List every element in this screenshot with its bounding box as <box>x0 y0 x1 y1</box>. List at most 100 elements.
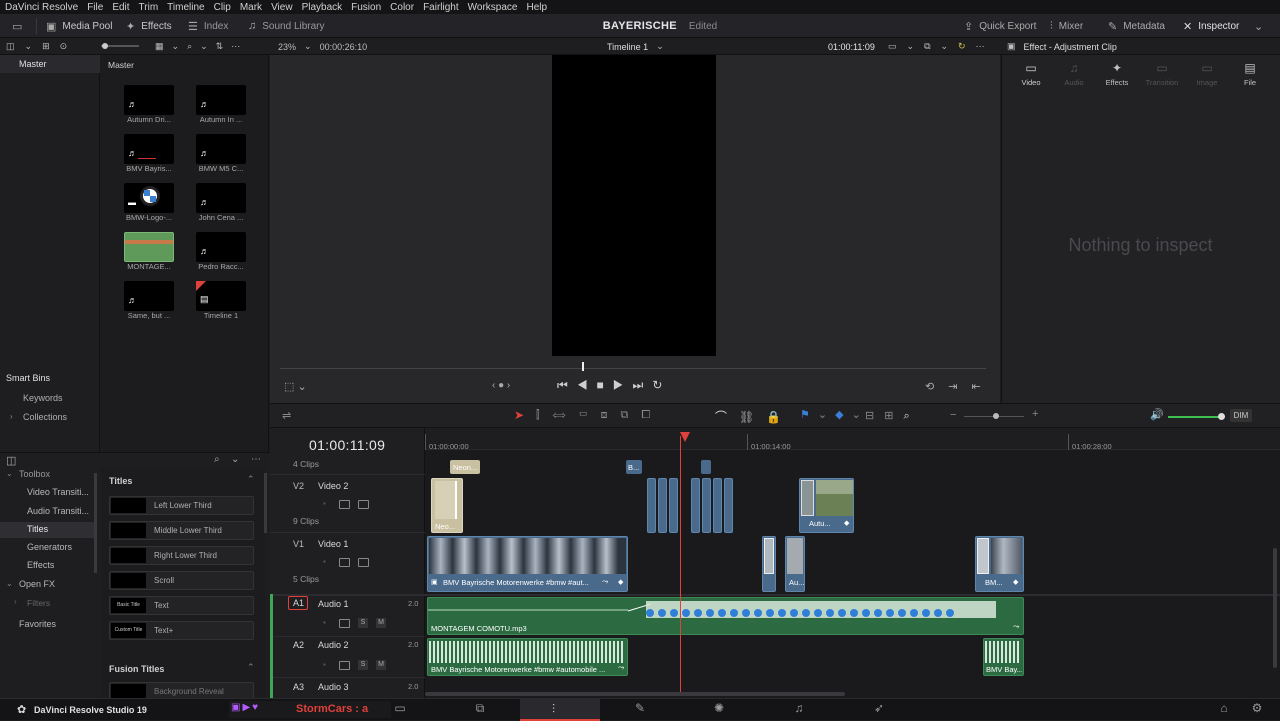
menu-fusion[interactable]: Fusion <box>351 2 381 13</box>
zoom-level[interactable]: 23% <box>278 42 296 52</box>
chevron-down-icon[interactable]: ⌄ <box>172 41 180 52</box>
track-v1-auto-select-icon[interactable] <box>339 558 350 567</box>
menu-fairlight[interactable]: Fairlight <box>423 2 459 13</box>
loop-range-icon[interactable]: ⟲ <box>925 381 948 393</box>
collections-item[interactable]: Collections <box>23 412 67 422</box>
transform-icon[interactable]: ⬚ ⌄ <box>284 380 307 393</box>
trim-tool-icon[interactable]: ⫿ <box>536 409 553 421</box>
thumbnail-size-handle[interactable] <box>102 43 108 49</box>
track-v1-id[interactable]: V1 <box>293 539 304 549</box>
track-a1-auto-select-icon[interactable] <box>339 619 350 628</box>
snapping-icon[interactable]: ⌒ <box>715 410 739 424</box>
category-audio-transitions[interactable]: Audio Transiti... <box>27 506 89 516</box>
menu-file[interactable]: File <box>87 2 103 13</box>
chevron-down-icon[interactable]: ⌄ <box>25 41 33 52</box>
volume-keyframe-dot[interactable] <box>802 609 810 617</box>
page-media-icon[interactable]: ⧉ <box>470 701 490 719</box>
volume-keyframe-dot[interactable] <box>790 609 798 617</box>
home-icon[interactable]: ⌂ <box>1214 701 1234 719</box>
volume-keyframe-dot[interactable] <box>730 609 738 617</box>
metadata-button[interactable]: ✎ Metadata <box>1108 14 1165 38</box>
lock-icon[interactable]: ▪ <box>323 618 326 627</box>
page-cut-icon[interactable]: ▭ <box>390 701 410 719</box>
menu-help[interactable]: Help <box>526 2 547 13</box>
dynamic-trim-icon[interactable]: ⟺ <box>553 409 579 421</box>
a2-clip-main[interactable]: BMV Bayrische Motorenwerke #bmw #automob… <box>427 638 628 676</box>
page-fusion-icon[interactable]: ✎ <box>630 701 650 719</box>
v2-clip[interactable] <box>669 478 678 533</box>
volume-keyframe-dot[interactable] <box>766 609 774 617</box>
timeline-thumbnail[interactable]: ▤ <box>196 281 246 311</box>
timeline-ruler[interactable]: 01:00:00:00 01:00:14:00 01:00:28:00 <box>425 428 1280 451</box>
chevron-down-icon[interactable]: ⌄ <box>6 469 13 478</box>
index-button[interactable]: ☰ Index <box>188 14 228 38</box>
volume-keyframe-dot[interactable] <box>934 609 942 617</box>
volume-keyframe-dot[interactable] <box>694 609 702 617</box>
timeline-tracks[interactable]: 01:00:00:00 01:00:14:00 01:00:28:00 Neon… <box>425 428 1280 698</box>
tab-video[interactable]: ▭ Video <box>1011 61 1051 87</box>
volume-keyframe-dot[interactable] <box>838 609 846 617</box>
blade-tool-icon[interactable]: ▭ <box>579 409 601 421</box>
dim-button[interactable]: DIM <box>1230 409 1252 422</box>
lock-icon[interactable]: ▪ <box>323 557 326 566</box>
track-v2-id[interactable]: V2 <box>293 481 304 491</box>
collapse-icon[interactable]: ⌃ <box>247 662 255 673</box>
volume-keyframe-dot[interactable] <box>718 609 726 617</box>
clip-thumbnail[interactable] <box>124 232 174 262</box>
play-reverse-icon[interactable]: ◀ <box>577 378 597 392</box>
menu-view[interactable]: View <box>271 2 293 13</box>
bin-list-icon[interactable]: ⊞ <box>42 41 50 52</box>
expand-button[interactable]: ⌄ <box>1254 14 1263 38</box>
bin-filter-icon[interactable]: ⊙ <box>60 41 68 52</box>
volume-keyframe-dot[interactable] <box>922 609 930 617</box>
track-a2-solo-button[interactable]: S <box>358 660 368 670</box>
tab-effects[interactable]: ✦ Effects <box>1097 61 1137 87</box>
clip-thumbnail[interactable]: ♬ <box>196 232 246 262</box>
track-a1-id[interactable]: A1 <box>293 598 304 608</box>
menu-color[interactable]: Color <box>390 2 414 13</box>
page-fairlight-icon[interactable]: ♫ <box>789 701 809 719</box>
chevron-down-icon[interactable]: ⌄ <box>304 41 312 52</box>
title-template[interactable]: Basic Title Text <box>109 596 254 615</box>
tab-transition[interactable]: ▭ Transition <box>1142 61 1182 87</box>
clip-thumbnail[interactable]: ♬ <box>196 134 246 164</box>
timeline-view-options-icon[interactable]: ⇌ <box>282 409 291 422</box>
title-template[interactable]: Right Lower Third <box>109 546 254 565</box>
title-template[interactable]: Middle Lower Third <box>109 521 254 540</box>
title-template[interactable]: Left Lower Third <box>109 496 254 515</box>
mixer-button[interactable]: ⫶ Mixer <box>1050 14 1083 38</box>
volume-slider[interactable] <box>1168 416 1220 418</box>
title-template[interactable]: Custom Title Text+ <box>109 621 254 640</box>
category-generators[interactable]: Generators <box>27 542 72 552</box>
clip-thumbnail[interactable]: ▬ <box>124 183 174 213</box>
chevron-down-icon[interactable]: ⌄ <box>6 579 13 588</box>
search-icon[interactable]: ⌕ <box>187 41 192 52</box>
chevron-right-icon[interactable]: › <box>10 412 13 421</box>
favorites-item[interactable]: Favorites <box>19 619 56 629</box>
menu-clip[interactable]: Clip <box>214 2 231 13</box>
v1-clip[interactable]: BM... ◆ <box>975 536 1024 592</box>
volume-keyframe-dot[interactable] <box>742 609 750 617</box>
track-a1-mute-button[interactable]: M <box>376 618 386 628</box>
chevron-down-icon[interactable]: ⌄ <box>941 41 949 52</box>
open-fx-header[interactable]: Open FX <box>19 579 55 589</box>
keywords-item[interactable]: Keywords <box>23 393 63 403</box>
toolbox-header[interactable]: Toolbox <box>19 469 50 479</box>
v2-clip[interactable]: Neo... <box>431 478 463 533</box>
sidebar-toggle-icon[interactable]: ◫ <box>6 41 15 52</box>
stop-icon[interactable]: ■ <box>597 378 613 392</box>
vertical-scrollbar[interactable] <box>1273 548 1277 668</box>
lock-icon[interactable]: 🔒 <box>766 410 793 424</box>
skip-to-start-icon[interactable]: ⏮ <box>557 378 577 392</box>
v2-clip[interactable] <box>647 478 656 533</box>
overwrite-clip-icon[interactable]: ⧉ <box>621 409 642 421</box>
prev-frame-icon[interactable]: ⇤ <box>971 381 994 393</box>
more-options-icon[interactable]: ⋯ <box>251 454 261 465</box>
refresh-icon[interactable]: ↻ <box>958 41 966 52</box>
chevron-down-icon[interactable]: ⌄ <box>200 41 208 52</box>
volume-keyframe-dot[interactable] <box>862 609 870 617</box>
a2-clip[interactable]: BMV Bay... <box>983 638 1024 676</box>
horizontal-scrollbar[interactable] <box>425 692 845 696</box>
timeline-selector[interactable]: Timeline 1 ⌄ <box>607 38 664 55</box>
chevron-down-icon[interactable]: ⌄ <box>818 409 835 421</box>
